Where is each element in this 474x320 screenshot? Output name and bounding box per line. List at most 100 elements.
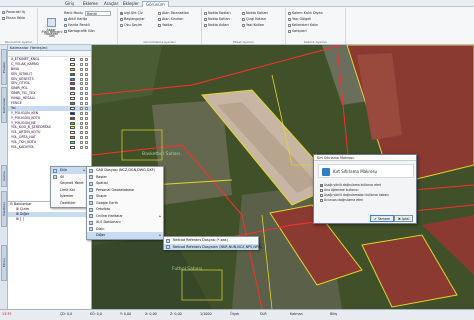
- check-sahipleri[interactable]: Sahipleri: [288, 29, 307, 34]
- ribbon-group-kalinlik: Kalem Kalın Diyan Yazı Gölgeli Kelimeler…: [286, 8, 346, 44]
- layer-visible-checkbox[interactable]: [80, 72, 83, 76]
- layer-lock-checkbox[interactable]: [85, 87, 88, 91]
- check-yazi-golge[interactable]: Yazı Gölgeli: [288, 17, 311, 22]
- layer-lock-checkbox[interactable]: [85, 62, 88, 66]
- layer-lock-checkbox[interactable]: [85, 67, 88, 71]
- check-kalem-kalin[interactable]: Kalem Kalın Diyan: [288, 11, 323, 16]
- vtab-ekran[interactable]: Ekran: [1, 245, 7, 281]
- layer-visible-checkbox[interactable]: [80, 102, 83, 106]
- check-baslangic[interactable]: Başlangıçlar: [120, 17, 145, 22]
- layer-visible-checkbox[interactable]: [80, 126, 83, 130]
- layer-lock-checkbox[interactable]: [85, 72, 88, 76]
- layer-lock-checkbox[interactable]: [85, 116, 88, 120]
- vtab-ozellikler[interactable]: Özellikler: [1, 191, 7, 227]
- check-kelime-kalin[interactable]: Kelimeleri Kalın: [288, 23, 318, 28]
- check-yazilar[interactable]: Yazilar: [158, 23, 173, 28]
- layer-color-swatch[interactable]: [70, 87, 75, 91]
- check-nokta-kot[interactable]: Nokta Kotları: [204, 17, 230, 22]
- submenu-item-diger[interactable]: Diğer ▸: [87, 232, 163, 239]
- layer-visible-checkbox[interactable]: [80, 146, 83, 150]
- menu-item-ozellikler[interactable]: Özellikler: [51, 200, 87, 207]
- layer-visible-checkbox[interactable]: [80, 116, 83, 120]
- vtab-arama[interactable]: Arama: [1, 165, 7, 187]
- layer-lock-checkbox[interactable]: [85, 82, 88, 86]
- layer-visible-checkbox[interactable]: [80, 97, 83, 101]
- layer-lock-checkbox[interactable]: [85, 136, 88, 140]
- layer-color-swatch[interactable]: [70, 62, 75, 66]
- check-cizgi-kot[interactable]: Çizgi Kotları: [242, 17, 266, 22]
- vtab-projeler[interactable]: Projeler: [1, 49, 7, 85]
- layer-lock-checkbox[interactable]: [85, 111, 88, 115]
- layer-color-swatch[interactable]: [70, 58, 75, 61]
- layer-color-swatch[interactable]: [70, 77, 75, 81]
- submenu2-item-references[interactable]: Netcad Referans Dosyaları (NKR,NUN,NCZ,N…: [164, 243, 262, 250]
- layer-color-swatch[interactable]: [70, 111, 75, 115]
- layer-lock-checkbox[interactable]: [85, 58, 88, 61]
- option-2[interactable]: Ana öğrenme kullanıcı: [320, 188, 358, 192]
- harita-renkli-item[interactable]: Harita Renkli: [64, 23, 90, 28]
- layer-lock-checkbox[interactable]: [85, 102, 88, 106]
- option-4[interactable]: Ucunuzu doğrulama etmi: [320, 198, 363, 202]
- layer-lock-checkbox[interactable]: [85, 97, 88, 101]
- check-alan-tarama[interactable]: Alan Taranakları: [158, 11, 189, 16]
- layer-lock-checkbox[interactable]: [85, 92, 88, 96]
- option-3[interactable]: Aşağı yönlü doğrulamaları kullanıcı taba…: [320, 193, 389, 197]
- layer-visible-checkbox[interactable]: [80, 87, 83, 91]
- tree-item-empty[interactable]: ⊞ [ ]: [8, 217, 92, 222]
- layer-visible-checkbox[interactable]: [80, 82, 83, 86]
- layer-color-swatch[interactable]: [70, 116, 75, 120]
- carto-icon: [64, 29, 67, 33]
- vtab-katmanlar[interactable]: Katmanlar: [1, 87, 7, 123]
- layer-lock-checkbox[interactable]: [85, 131, 88, 135]
- layer-visible-checkbox[interactable]: [80, 121, 83, 125]
- check-izgara[interactable]: Izgl.Şht Çiz: [120, 11, 143, 16]
- cancel-button[interactable]: ✖ İptal: [394, 215, 414, 222]
- layer-color-swatch[interactable]: [70, 72, 75, 76]
- check-alan-sinir[interactable]: Alan Sınırları: [158, 17, 184, 22]
- status-scale[interactable]: 1/1000: [200, 312, 212, 317]
- option-1[interactable]: Aşağı yönlü doğrulama kullanıcı etmi: [320, 183, 381, 187]
- layer-color-swatch[interactable]: [70, 121, 75, 125]
- layer-lock-checkbox[interactable]: [85, 141, 88, 145]
- layer-row[interactable]: YOL_KADVYOL: [8, 145, 91, 150]
- layer-lock-checkbox[interactable]: [85, 77, 88, 81]
- layer-lock-checkbox[interactable]: [85, 146, 88, 150]
- layer-visible-checkbox[interactable]: [80, 111, 83, 115]
- layer-color-swatch[interactable]: [70, 136, 75, 140]
- layer-color-swatch[interactable]: [70, 102, 75, 106]
- check-oku[interactable]: Oku Şeçim: [120, 23, 142, 28]
- check-nokta-kot2[interactable]: Nokta Kotları: [242, 11, 268, 16]
- layer-color-swatch[interactable]: [70, 92, 75, 96]
- layer-visible-checkbox[interactable]: [80, 67, 83, 71]
- layer-color-swatch[interactable]: [70, 131, 75, 135]
- layer-color-swatch[interactable]: [70, 141, 75, 145]
- spreadsheet-icon: [89, 220, 93, 225]
- renk-modu-select[interactable]: Renkli: [85, 11, 111, 16]
- layer-visible-checkbox[interactable]: [80, 141, 83, 145]
- layer-visible-checkbox[interactable]: [80, 106, 83, 110]
- panoramik-button[interactable]: Panoraki ilç: [2, 10, 25, 15]
- kartografik-item[interactable]: Kartografik Gön: [64, 29, 95, 34]
- layer-visible-checkbox[interactable]: [80, 58, 83, 61]
- layer-visible-checkbox[interactable]: [80, 131, 83, 135]
- layer-visible-checkbox[interactable]: [80, 77, 83, 81]
- layer-visible-checkbox[interactable]: [80, 92, 83, 96]
- layer-color-swatch[interactable]: [70, 82, 75, 86]
- layer-color-swatch[interactable]: [70, 146, 75, 150]
- check-yazi-kot[interactable]: Yazi Kotları: [242, 23, 264, 28]
- layer-visible-checkbox[interactable]: [80, 62, 83, 66]
- layer-lock-checkbox[interactable]: [85, 106, 88, 110]
- plan-rengi-button[interactable]: Plan Rengini Seç: [41, 30, 63, 38]
- check-nokta-ad[interactable]: Nokta Adları: [204, 23, 229, 28]
- layer-color-swatch[interactable]: [70, 106, 75, 110]
- layer-color-swatch[interactable]: [70, 126, 75, 130]
- ok-button[interactable]: ✔ Tamam: [370, 215, 395, 222]
- layer-visible-checkbox[interactable]: [80, 136, 83, 140]
- check-nokta-kod[interactable]: Nokta Kodları: [204, 11, 231, 16]
- ekran-button[interactable]: Ekran Yatla: [2, 16, 25, 21]
- layer-color-swatch[interactable]: [70, 67, 75, 71]
- layer-lock-checkbox[interactable]: [85, 126, 88, 130]
- layer-lock-checkbox[interactable]: [85, 121, 88, 125]
- layer-color-swatch[interactable]: [70, 97, 75, 101]
- aktif-harita-item[interactable]: Aktif Harita: [64, 17, 87, 22]
